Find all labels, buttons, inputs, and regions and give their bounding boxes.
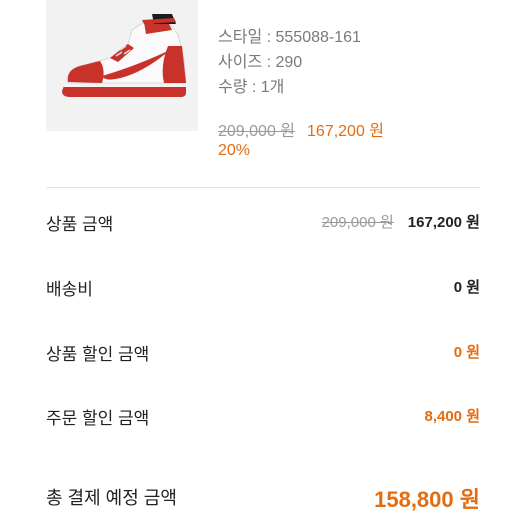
shipping-amount: 0 원 — [453, 279, 480, 296]
summary-label: 상품 금액 — [46, 215, 114, 234]
sneaker-icon — [62, 14, 187, 97]
sale-price: 167,200 원 — [307, 123, 385, 140]
product-image[interactable] — [46, 0, 198, 131]
product-price: 209,000 원 167,200 원 — [218, 117, 384, 141]
product-quantity: 수량 : 1개 — [218, 79, 285, 96]
product-amount: 167,200 원 — [407, 214, 480, 231]
summary-total: 총 결제 예정 금액 158,800 원 — [46, 482, 480, 512]
summary-order-discount: 주문 할인 금액 8,400 원 — [46, 404, 480, 428]
summary-product-amount: 상품 금액 209,000 원 167,200 원 — [46, 210, 480, 234]
summary-label: 주문 할인 금액 — [46, 409, 150, 428]
original-price: 209,000 원 — [218, 123, 296, 140]
summary-shipping: 배송비 0 원 — [46, 275, 480, 299]
product-discount-amount: 0 원 — [453, 344, 480, 361]
summary-label: 상품 할인 금액 — [46, 345, 150, 364]
total-label: 총 결제 예정 금액 — [46, 488, 177, 508]
summary-product-discount: 상품 할인 금액 0 원 — [46, 340, 480, 364]
discount-rate: 20% — [218, 142, 251, 159]
product-style: 스타일 : 555088-161 — [218, 29, 361, 46]
original-amount: 209,000 원 — [321, 214, 394, 231]
summary-label: 배송비 — [46, 280, 93, 299]
order-discount-amount: 8,400 원 — [424, 408, 480, 425]
summary-value: 209,000 원 167,200 원 — [322, 211, 480, 232]
product-size: 사이즈 : 290 — [218, 54, 303, 71]
divider — [46, 187, 480, 188]
total-amount: 158,800 원 — [374, 487, 480, 512]
